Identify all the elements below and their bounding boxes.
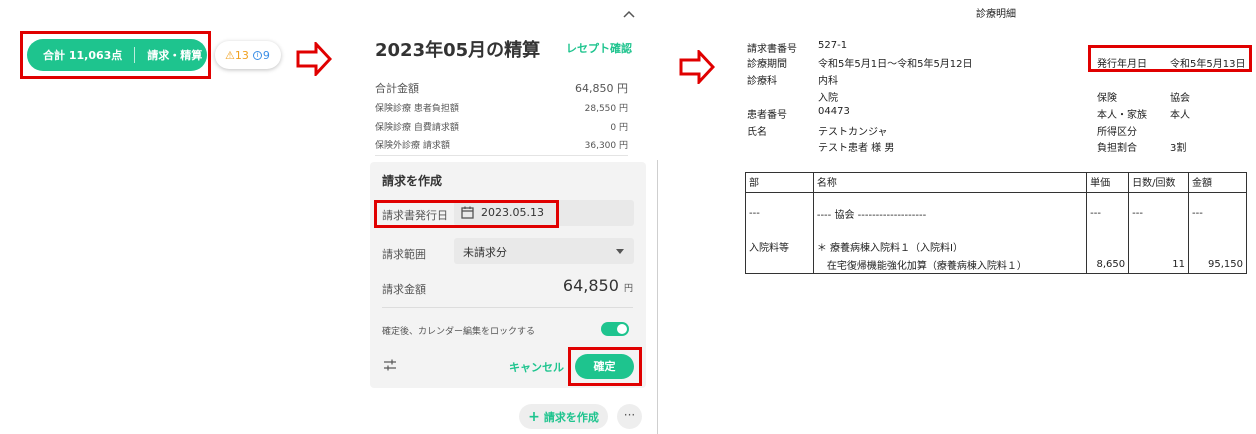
- form-heading: 請求を作成: [382, 174, 443, 188]
- table-cell: ＊ 療養病棟入院料１（入院料Ⅰ） 在宅復帰機能強化加算（療養病棟入院料１）: [812, 234, 1088, 274]
- day-count: 11: [1172, 258, 1185, 270]
- table-cell: 95,150: [1188, 234, 1247, 274]
- panel-vertical-divider: [657, 160, 658, 434]
- patient-number-label: 患者番号: [747, 110, 787, 121]
- section-name: 入院料等: [749, 242, 789, 254]
- issue-date-label-doc: 発行年月日: [1097, 59, 1147, 70]
- insured-relation-value: 本人: [1170, 110, 1190, 121]
- settlement-title: 2023年05月の精算: [375, 40, 541, 61]
- patient-name-kana: テストカンジャ: [818, 127, 888, 138]
- total-points-label: 合計 11,063点: [43, 49, 123, 62]
- arrow-right-icon: [296, 42, 332, 76]
- copay-ratio-label: 負担割合: [1097, 143, 1137, 154]
- column-header: 部: [745, 172, 814, 193]
- invoice-number-value: 527-1: [818, 40, 848, 51]
- total-amount-label: 合計金額: [375, 82, 419, 95]
- table-cell: 11: [1128, 234, 1189, 274]
- adjust-sliders-icon[interactable]: [383, 359, 397, 371]
- table-row: --- ---- 協会 ------------------- --- --- …: [745, 192, 1247, 235]
- table-cell: ---: [1086, 192, 1130, 235]
- info-icon: i: [252, 50, 262, 60]
- treatment-period-label: 診療期間: [747, 59, 787, 70]
- lock-calendar-toggle[interactable]: [601, 322, 629, 336]
- insured-self-pay-label: 保険診療 自費請求額: [375, 123, 459, 133]
- table-cell: ---: [1188, 192, 1247, 235]
- billing-amount-value: 64,850 円: [520, 276, 633, 295]
- highlight-box-issue-date: [374, 200, 559, 228]
- info-count: 9: [262, 48, 270, 62]
- statement-table: 部 名称 単価 日数/回数 金額 --- ---- 協会 -----------…: [745, 172, 1247, 274]
- column-header: 金額: [1188, 172, 1247, 193]
- copay-ratio-value: 3割: [1170, 143, 1187, 154]
- billing-amount-number: 64,850: [562, 276, 619, 295]
- alerts-chip[interactable]: ⚠ 13 i 9: [215, 41, 281, 69]
- create-invoice-button[interactable]: + 請求を作成: [519, 404, 608, 429]
- lock-calendar-label: 確定後、カレンダー編集をロックする: [382, 327, 536, 337]
- invoice-number-label: 請求書番号: [747, 44, 797, 55]
- treatment-period-value: 令和5年5月1日～令和5年5月12日: [818, 59, 973, 70]
- billing-range-value: 未請求分: [463, 246, 507, 259]
- admission-type-value: 入院: [818, 93, 838, 104]
- uninsured-billing-label: 保険外診療 請求額: [375, 141, 450, 151]
- department-label: 診療科: [747, 76, 777, 87]
- billing-range-select[interactable]: 未請求分: [454, 238, 634, 264]
- more-icon: ···: [623, 408, 636, 422]
- insured-patient-share-value: 28,550 円: [584, 104, 628, 114]
- warning-count: 13: [234, 48, 249, 62]
- line-amount: 95,150: [1208, 258, 1243, 270]
- chevron-up-icon[interactable]: [623, 10, 635, 18]
- table-header-row: 部 名称 単価 日数/回数 金額: [745, 172, 1247, 193]
- column-header: 名称: [812, 172, 1088, 193]
- total-amount-value: 64,850 円: [575, 82, 628, 95]
- table-cell: 入院料等: [745, 234, 814, 274]
- more-options-button[interactable]: ···: [617, 404, 642, 429]
- unit-price: 8,650: [1096, 258, 1126, 270]
- column-header: 日数/回数: [1128, 172, 1189, 193]
- table-cell: 8,650: [1086, 234, 1130, 274]
- billing-amount-label: 請求金額: [382, 283, 426, 296]
- patient-name-value: テスト患者 様 男: [818, 143, 895, 154]
- dropdown-caret-icon: [616, 249, 624, 254]
- arrow-right-icon: [679, 50, 715, 84]
- column-header: 単価: [1086, 172, 1130, 193]
- form-divider: [382, 307, 633, 308]
- billing-amount-unit: 円: [623, 284, 633, 294]
- table-cell: ---: [745, 192, 814, 235]
- receipt-check-link[interactable]: レセプト確認: [566, 40, 632, 56]
- billing-range-label: 請求範囲: [382, 248, 426, 261]
- cancel-button[interactable]: キャンセル: [509, 359, 564, 375]
- line-item-name: ＊ 療養病棟入院料１（入院料Ⅰ）: [816, 242, 963, 254]
- income-category-label: 所得区分: [1097, 127, 1137, 138]
- insurance-value: 協会: [1170, 93, 1190, 104]
- create-invoice-label: 請求を作成: [543, 410, 599, 424]
- warning-icon: ⚠: [225, 48, 235, 62]
- confirm-button[interactable]: 確定: [575, 354, 634, 379]
- settlement-divider: [375, 155, 628, 156]
- table-row: 入院料等 ＊ 療養病棟入院料１（入院料Ⅰ） 在宅復帰機能強化加算（療養病棟入院料…: [745, 234, 1247, 274]
- insured-self-pay-value: 0 円: [610, 123, 628, 133]
- insured-relation-label: 本人・家族: [1097, 110, 1147, 121]
- issue-date-value-doc: 令和5年5月13日: [1170, 59, 1246, 70]
- patient-number-value: 04473: [818, 106, 850, 117]
- plus-icon: +: [528, 408, 540, 425]
- pill-divider: [134, 47, 136, 63]
- patient-name-label: 氏名: [747, 127, 767, 138]
- table-cell: ---- 協会 -------------------: [812, 192, 1088, 235]
- insured-patient-share-label: 保険診療 患者負担額: [375, 104, 459, 114]
- billing-summary-button[interactable]: 合計 11,063点 請求・精算: [27, 39, 207, 71]
- statement-title: 診療明細: [976, 9, 1016, 20]
- department-value: 内科: [818, 76, 838, 87]
- insurance-label: 保険: [1097, 93, 1117, 104]
- line-item-name: 在宅復帰機能強化加算（療養病棟入院料１）: [826, 260, 1027, 272]
- uninsured-billing-value: 36,300 円: [584, 141, 628, 151]
- billing-action-label: 請求・精算: [147, 49, 203, 62]
- toggle-knob: [617, 324, 627, 334]
- table-cell: ---: [1128, 192, 1189, 235]
